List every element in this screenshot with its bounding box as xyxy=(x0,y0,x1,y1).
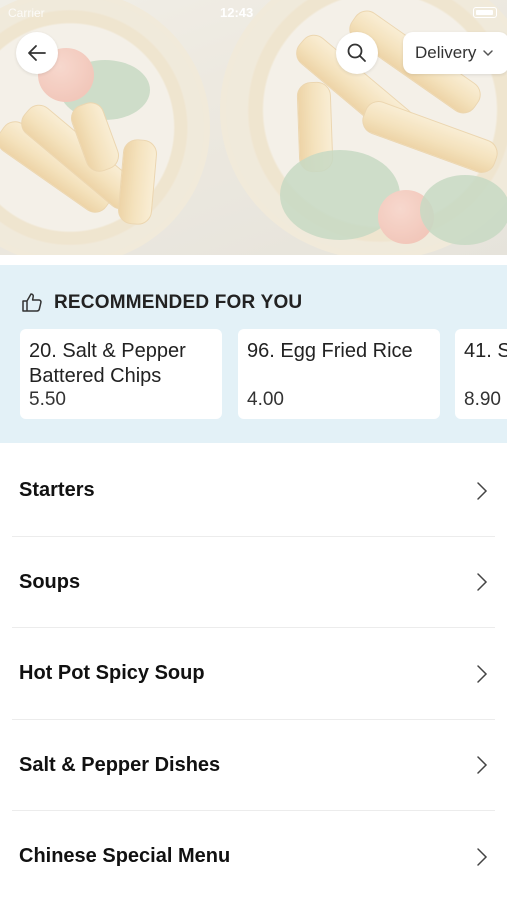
category-label: Soups xyxy=(19,570,81,593)
hero-food-image: Carrier 12:43 Delivery xyxy=(0,0,507,255)
status-bar: Carrier 12:43 xyxy=(0,0,507,26)
category-label: Chinese Special Menu xyxy=(19,845,231,868)
category-row-hot-pot-spicy-soup[interactable]: Hot Pot Spicy Soup xyxy=(0,628,507,720)
category-label: Salt & Pepper Dishes xyxy=(19,753,221,776)
item-price: 4.00 xyxy=(247,389,284,410)
back-button[interactable] xyxy=(16,32,58,74)
search-icon xyxy=(347,43,366,62)
thumbs-up-icon xyxy=(22,293,42,312)
recommended-item-card[interactable]: 20. Salt & Pepper Battered Chips 5.50 xyxy=(20,329,222,419)
item-price: 8.90 xyxy=(464,389,501,410)
category-row-salt-pepper-dishes[interactable]: Salt & Pepper Dishes xyxy=(0,720,507,812)
recommended-title: RECOMMENDED FOR YOU xyxy=(54,292,303,313)
item-name: 41. Special Mon xyxy=(464,340,507,362)
category-row-chinese-special-menu[interactable]: Chinese Special Menu xyxy=(0,811,507,900)
category-list: Starters Soups Hot Pot Spicy Soup Salt &… xyxy=(0,445,507,900)
chevron-down-icon xyxy=(483,50,494,57)
search-button[interactable] xyxy=(336,32,378,74)
chevron-right-icon xyxy=(477,482,488,500)
recommended-item-card[interactable]: 41. Special Mon 8.90 xyxy=(455,329,507,419)
carrier-label: Carrier xyxy=(8,6,45,20)
chevron-right-icon xyxy=(477,573,488,591)
chevron-right-icon xyxy=(477,756,488,774)
category-row-starters[interactable]: Starters xyxy=(0,445,507,537)
category-label: Hot Pot Spicy Soup xyxy=(19,662,205,685)
chevron-right-icon xyxy=(477,848,488,866)
category-label: Starters xyxy=(19,479,95,502)
delivery-label: Delivery xyxy=(415,43,477,62)
item-name: 20. Salt & Pepper Battered Chips xyxy=(29,340,186,387)
recommended-section: RECOMMENDED FOR YOU 20. Salt & Pepper Ba… xyxy=(0,265,507,443)
chevron-right-icon xyxy=(477,665,488,683)
clock: 12:43 xyxy=(220,5,254,20)
category-row-soups[interactable]: Soups xyxy=(0,537,507,629)
delivery-selector[interactable]: Delivery xyxy=(403,32,507,74)
arrow-left-icon xyxy=(28,45,46,61)
recommended-header: RECOMMENDED FOR YOU xyxy=(20,291,302,315)
battery-icon xyxy=(473,7,497,18)
recommended-item-card[interactable]: 96. Egg Fried Rice 4.00 xyxy=(238,329,440,419)
item-price: 5.50 xyxy=(29,389,66,410)
item-name: 96. Egg Fried Rice xyxy=(247,340,413,362)
